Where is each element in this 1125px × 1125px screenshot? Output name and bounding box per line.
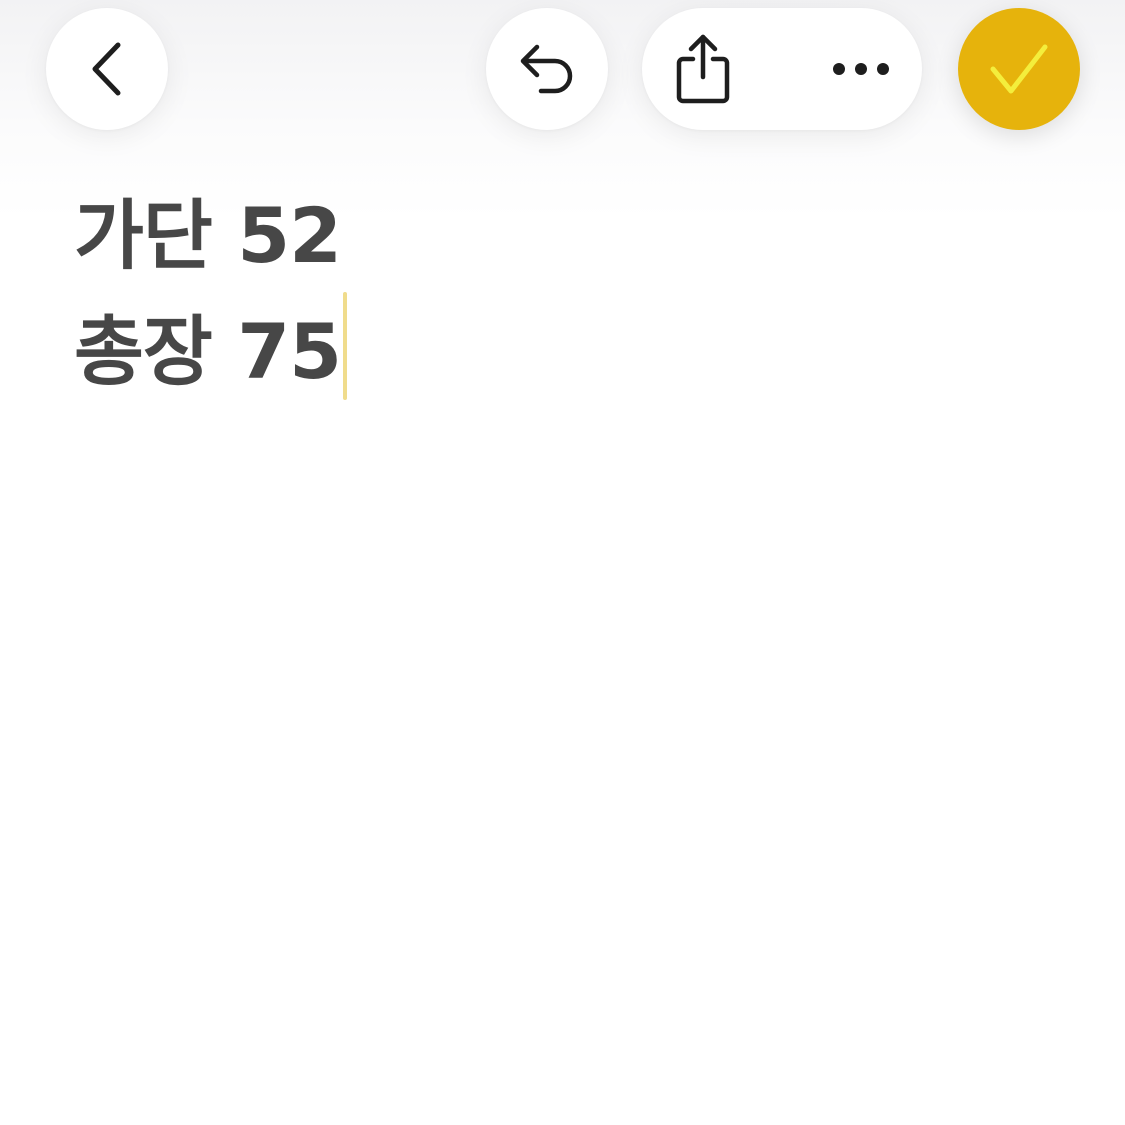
note-editor-screen: 가단 52 총장 75 bbox=[0, 0, 1125, 1125]
chevron-left-icon bbox=[87, 39, 127, 99]
action-button-group bbox=[642, 8, 922, 130]
note-body[interactable]: 가단 52 총장 75 bbox=[74, 180, 1074, 404]
checkmark-icon bbox=[987, 39, 1051, 99]
note-line: 총장 75 bbox=[74, 292, 1074, 404]
done-button[interactable] bbox=[958, 8, 1080, 130]
undo-button[interactable] bbox=[486, 8, 608, 130]
back-button[interactable] bbox=[46, 8, 168, 130]
top-toolbar bbox=[0, 0, 1125, 140]
share-icon bbox=[673, 33, 733, 105]
undo-icon bbox=[515, 37, 579, 101]
ellipsis-icon bbox=[831, 61, 891, 77]
more-button[interactable] bbox=[800, 8, 922, 130]
share-button[interactable] bbox=[642, 8, 764, 130]
note-line: 가단 52 bbox=[74, 180, 1074, 292]
note-line-text: 총장 75 bbox=[74, 307, 342, 396]
text-caret bbox=[343, 292, 348, 400]
note-line-text: 가단 52 bbox=[74, 191, 342, 280]
